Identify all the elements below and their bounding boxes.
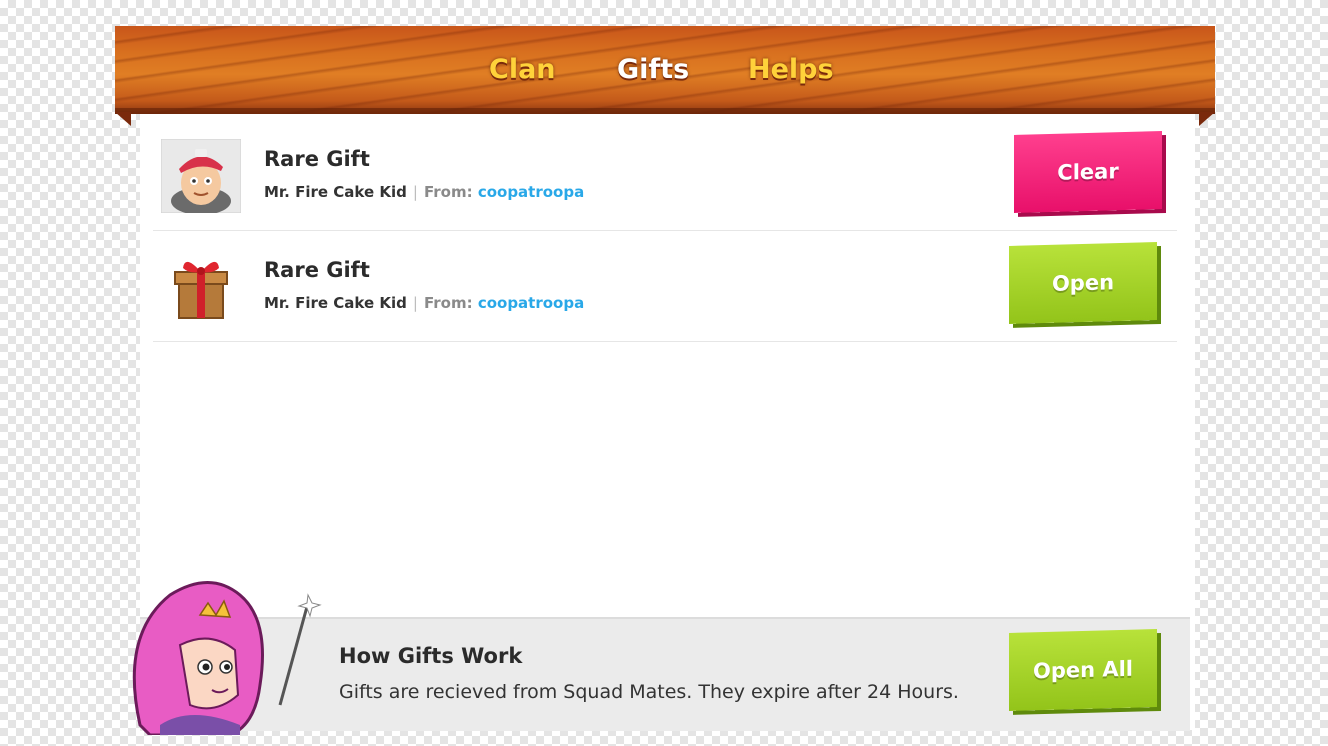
character-portrait-icon — [161, 139, 241, 213]
tab-bar: Clan Gifts Helps — [115, 26, 1215, 114]
footer-description: Gifts are recieved from Squad Mates. The… — [339, 681, 959, 703]
open-button[interactable]: Open — [1009, 242, 1157, 324]
sender-link[interactable]: coopatroopa — [478, 294, 584, 312]
header-corner-left — [115, 112, 131, 126]
separator: | — [412, 183, 418, 201]
fairy-character-icon — [132, 581, 322, 735]
tab-helps[interactable]: Helps — [748, 54, 834, 85]
gift-subtitle: Mr. Fire Cake Kid | From: coopatroopa — [264, 294, 584, 312]
sender-link[interactable]: coopatroopa — [478, 183, 584, 201]
tab-gifts[interactable]: Gifts — [617, 54, 689, 85]
gift-box-icon — [174, 261, 228, 319]
clear-button[interactable]: Clear — [1014, 131, 1162, 213]
tab-clan[interactable]: Clan — [489, 54, 556, 85]
gift-title: Rare Gift — [264, 258, 370, 282]
gift-item-name: Mr. Fire Cake Kid — [264, 183, 407, 201]
from-label: From: — [423, 294, 473, 312]
footer-title: How Gifts Work — [339, 644, 523, 668]
gift-item-name: Mr. Fire Cake Kid — [264, 294, 407, 312]
open-all-button[interactable]: Open All — [1009, 629, 1157, 711]
header-corner-right — [1199, 112, 1215, 126]
gift-title: Rare Gift — [264, 147, 370, 171]
separator: | — [412, 294, 418, 312]
from-label: From: — [423, 183, 473, 201]
gift-subtitle: Mr. Fire Cake Kid | From: coopatroopa — [264, 183, 584, 201]
